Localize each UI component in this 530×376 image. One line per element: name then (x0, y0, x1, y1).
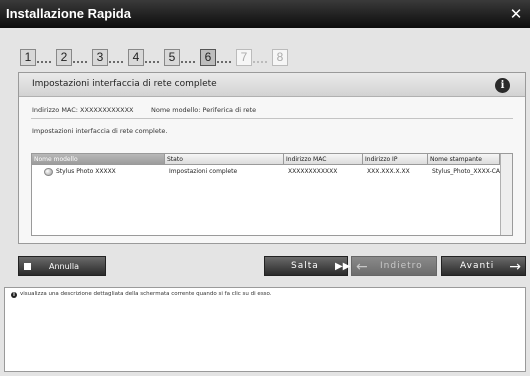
column-model-name[interactable]: Nome modello (32, 154, 165, 165)
step-4-number: 4 (128, 49, 144, 66)
info-icon[interactable]: i (495, 78, 510, 93)
skip-button[interactable]: Salta ▶▶| (264, 256, 354, 276)
title-bar: Installazione Rapida ✕ (0, 0, 530, 28)
column-ip-address[interactable]: Indirizzo IP (363, 154, 428, 165)
cell-ip-address: XXX.XXX.X.XX (367, 168, 410, 175)
panel-header: Impostazioni interfaccia di rete complet… (19, 73, 525, 97)
mac-address-label: Indirizzo MAC: XXXXXXXXXXXX (32, 106, 134, 114)
cancel-button[interactable]: Annulla (18, 256, 106, 276)
column-status[interactable]: Stato (165, 154, 284, 165)
cancel-label: Annulla (49, 262, 80, 271)
window-title: Installazione Rapida (6, 6, 131, 21)
main-panel: Impostazioni interfaccia di rete complet… (18, 72, 526, 244)
cancel-icon (24, 263, 31, 270)
step-2-number: 2 (56, 49, 72, 66)
back-button[interactable]: ← Indietro (351, 256, 437, 276)
next-label: Avanti (460, 261, 495, 271)
table-header: Nome modello Stato Indirizzo MAC Indiriz… (32, 154, 500, 165)
cell-model-name: Stylus Photo XXXXX (56, 168, 116, 175)
arrow-right-icon: → (509, 259, 521, 275)
back-label: Indietro (380, 261, 423, 271)
cell-status: Impostazioni complete (169, 168, 238, 175)
cell-mac-address: XXXXXXXXXXXX (288, 168, 338, 175)
step-5-number: 5 (164, 49, 180, 66)
step-6-number: 6 (200, 49, 216, 66)
divider (31, 118, 513, 119)
next-button[interactable]: Avanti → (441, 256, 526, 276)
vertical-scrollbar[interactable] (500, 154, 512, 235)
column-printer-name[interactable]: Nome stampante (428, 154, 500, 165)
step-7-number: 7 (236, 49, 252, 66)
step-8-number: 8 (272, 49, 288, 66)
cell-printer-name: Stylus_Photo_XXXX-CA (432, 168, 500, 175)
status-text: Impostazioni interfaccia di rete complet… (32, 127, 168, 135)
info-small-icon: i (11, 292, 17, 298)
close-icon[interactable]: ✕ (506, 4, 526, 24)
description-text: visualizza una descrizione dettagliata d… (20, 291, 272, 297)
step-1-number: 1 (20, 49, 36, 66)
table-row[interactable]: Stylus Photo XXXXX Impostazioni complete… (32, 167, 500, 177)
model-name-label: Nome modello: Periferica di rete (151, 106, 257, 114)
device-table: Nome modello Stato Indirizzo MAC Indiriz… (31, 153, 513, 236)
panel-heading: Impostazioni interfaccia di rete complet… (32, 79, 217, 89)
printer-icon (44, 168, 53, 176)
column-mac-address[interactable]: Indirizzo MAC (284, 154, 363, 165)
step-3-number: 3 (92, 49, 108, 66)
skip-label: Salta (291, 261, 319, 271)
description-box: i visualizza una descrizione dettagliata… (4, 287, 526, 372)
arrow-left-icon: ← (356, 259, 368, 275)
